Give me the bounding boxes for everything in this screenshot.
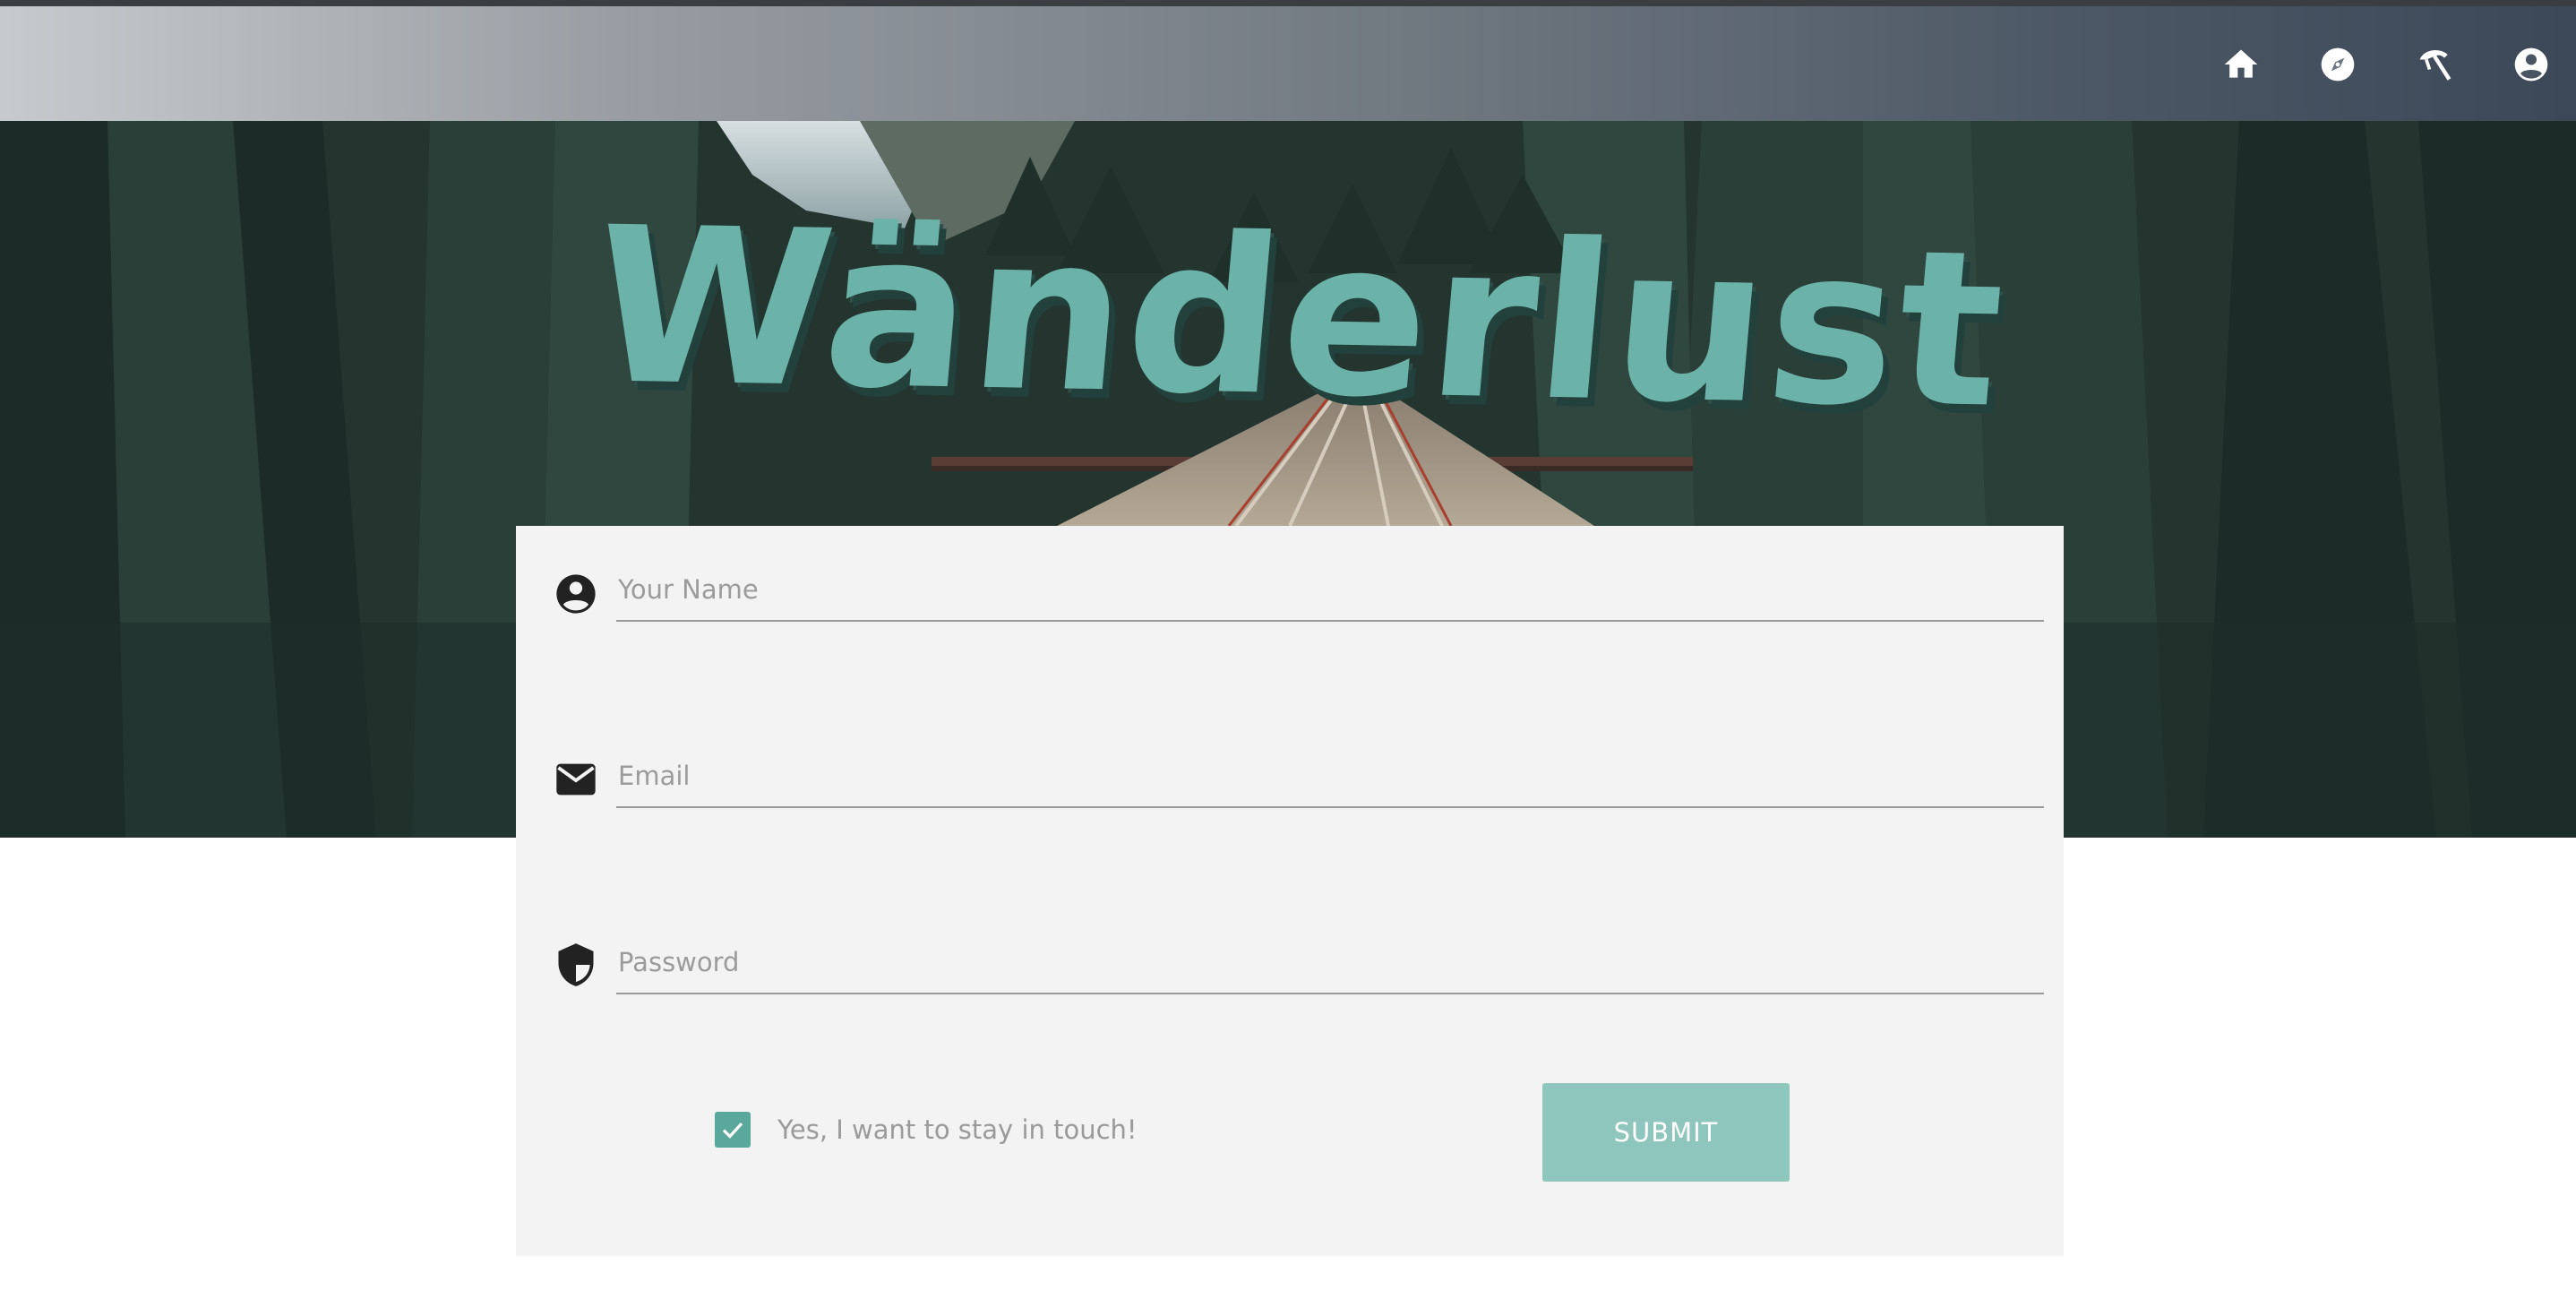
check-icon — [722, 1123, 743, 1139]
signup-form: Yes, I want to stay in touch! SUBMIT — [516, 526, 2064, 1256]
mail-icon — [552, 755, 600, 804]
stay-in-touch-label[interactable]: Yes, I want to stay in touch! — [777, 1112, 1138, 1148]
page: Wänderlust Yes, I want to stay in touch!… — [0, 0, 2576, 1299]
email-input[interactable] — [616, 745, 2044, 808]
compass-icon[interactable] — [2317, 44, 2358, 85]
name-input[interactable] — [616, 559, 2044, 622]
account-circle-icon — [552, 570, 600, 618]
window-top-border — [0, 0, 2576, 6]
stay-in-touch-checkbox[interactable] — [715, 1112, 751, 1148]
shield-icon — [552, 941, 600, 989]
top-navbar — [0, 6, 2576, 121]
account-circle-icon[interactable] — [2511, 44, 2552, 85]
password-input[interactable] — [616, 932, 2044, 994]
beach-umbrella-icon[interactable] — [2414, 44, 2455, 85]
submit-button[interactable]: SUBMIT — [1542, 1083, 1790, 1182]
home-icon[interactable] — [2220, 44, 2262, 85]
brand-title: Wänderlust — [583, 180, 2014, 456]
